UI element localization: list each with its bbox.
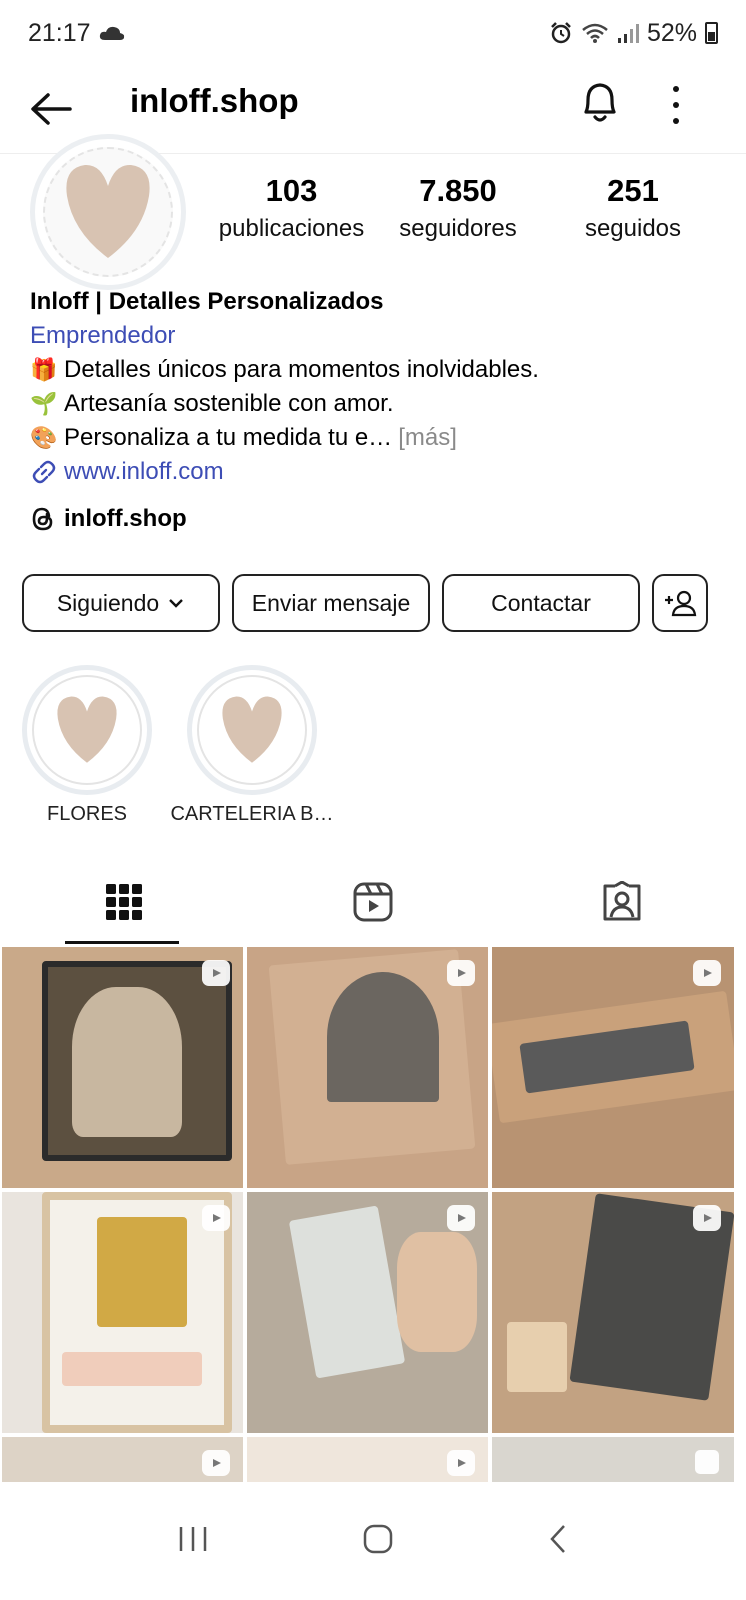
profile-avatar[interactable] [30, 134, 186, 290]
highlight-ring [22, 665, 152, 795]
bio-line: 🌱 Artesanía sostenible con amor. [30, 387, 730, 421]
heart-logo-icon [222, 696, 282, 763]
recents-button[interactable] [177, 1524, 209, 1559]
post-tile[interactable] [247, 947, 488, 1188]
following-button[interactable]: Siguiendo [22, 574, 220, 632]
profile-category[interactable]: Emprendedor [30, 319, 730, 353]
system-back-button[interactable] [547, 1523, 569, 1560]
following-label: Siguiendo [56, 589, 160, 616]
threads-icon [32, 507, 53, 531]
alarm-icon [551, 22, 571, 44]
wifi-icon [582, 23, 608, 43]
post-tile[interactable] [247, 1192, 488, 1433]
dot [673, 102, 679, 108]
reel-badge-icon [693, 1205, 721, 1231]
profile-bio: Inloff | Detalles Personalizados Emprend… [30, 285, 730, 489]
page-title: inloff.shop [130, 82, 299, 119]
contact-label: Contactar [491, 589, 591, 616]
heart-logo-icon [57, 696, 117, 763]
message-button[interactable]: Enviar mensaje [232, 574, 430, 632]
add-user-button[interactable] [652, 574, 708, 632]
highlight-flores[interactable]: FLORES [22, 665, 152, 825]
reel-badge-icon [693, 960, 721, 986]
post-tile[interactable] [492, 1192, 734, 1433]
active-tab-indicator [65, 941, 179, 944]
recents-icon [179, 1526, 206, 1551]
reel-badge-icon [447, 1205, 475, 1231]
bio-line: 🎨 Personaliza a tu medida tu e… [más] [30, 421, 730, 455]
arrow-left-icon [31, 93, 72, 125]
home-button[interactable] [362, 1523, 394, 1560]
notifications-button[interactable] [578, 78, 622, 128]
tab-posts[interactable] [0, 860, 249, 944]
dot [673, 118, 679, 124]
highlight-label: CARTELERIA B… [170, 803, 334, 825]
content-tabs [0, 860, 746, 944]
heart-logo-icon [66, 164, 150, 258]
stat-following-label: seguidos [584, 215, 682, 242]
stat-posts[interactable]: 103 publicaciones [200, 173, 383, 243]
stat-followers[interactable]: 7.850 seguidores [383, 173, 533, 243]
tab-tagged[interactable] [497, 860, 746, 944]
highlight-ring [187, 665, 317, 795]
website-link-row[interactable]: www.inloff.com [30, 455, 730, 489]
post-tile[interactable] [492, 947, 734, 1188]
highlight-inner [32, 675, 142, 785]
message-label: Enviar mensaje [251, 589, 411, 616]
gift-icon: 🎁 [30, 357, 58, 382]
stat-posts-label: publicaciones [218, 215, 365, 242]
chevron-left-icon [550, 1524, 566, 1553]
profile-stats: 103 publicaciones 7.850 seguidores 251 s… [200, 173, 740, 243]
contact-button[interactable]: Contactar [442, 574, 640, 632]
status-time: 21:17 [28, 18, 91, 47]
reel-badge-icon [202, 960, 230, 986]
reel-badge-icon [202, 1450, 230, 1476]
stat-followers-value: 7.850 [419, 173, 497, 208]
bio-line: 🎁 Detalles únicos para momentos inolvida… [30, 353, 730, 387]
grid-icon [106, 884, 143, 920]
palette-icon: 🎨 [30, 425, 58, 450]
home-icon [363, 1524, 393, 1553]
profile-name: Inloff | Detalles Personalizados [30, 288, 384, 315]
back-button[interactable] [28, 86, 74, 132]
bell-icon [584, 83, 616, 122]
dot [673, 86, 679, 92]
add-user-icon [665, 590, 697, 617]
bio-more-link[interactable]: [más] [398, 421, 457, 455]
stat-followers-label: seguidores [399, 215, 517, 242]
more-options-button[interactable] [664, 84, 688, 126]
bio-text: Detalles únicos para momentos inolvidabl… [64, 356, 539, 383]
signal-icon [617, 24, 639, 43]
website-link[interactable]: www.inloff.com [64, 455, 224, 489]
reels-icon [353, 882, 393, 922]
bio-text: Personaliza a tu medida tu e… [64, 424, 393, 451]
status-bar: 21:17 52% [0, 0, 746, 66]
battery-icon [705, 22, 718, 44]
seedling-icon: 🌱 [30, 391, 58, 416]
carousel-badge-icon [695, 1450, 719, 1474]
reel-badge-icon [202, 1205, 230, 1231]
tagged-icon [603, 881, 641, 921]
system-navigation-bar [0, 1482, 746, 1600]
post-tile[interactable] [2, 947, 243, 1188]
bio-text: Artesanía sostenible con amor. [64, 390, 394, 417]
battery-percent: 52% [646, 18, 697, 47]
highlight-inner [197, 675, 307, 785]
chevron-down-icon [169, 599, 184, 608]
post-tile[interactable] [2, 1192, 243, 1433]
stat-posts-value: 103 [265, 173, 318, 208]
cloud-icon [99, 26, 124, 40]
link-icon [32, 460, 56, 484]
reel-badge-icon [447, 960, 475, 986]
threads-handle: inloff.shop [64, 505, 187, 532]
stat-following[interactable]: 251 seguidos [533, 173, 733, 243]
reel-badge-icon [447, 1450, 475, 1476]
avatar-inner [43, 147, 173, 277]
threads-badge[interactable]: inloff.shop [30, 505, 187, 533]
tab-reels[interactable] [249, 860, 498, 944]
highlight-carteleria[interactable]: CARTELERIA B… [170, 665, 334, 825]
stat-following-value: 251 [607, 173, 659, 208]
